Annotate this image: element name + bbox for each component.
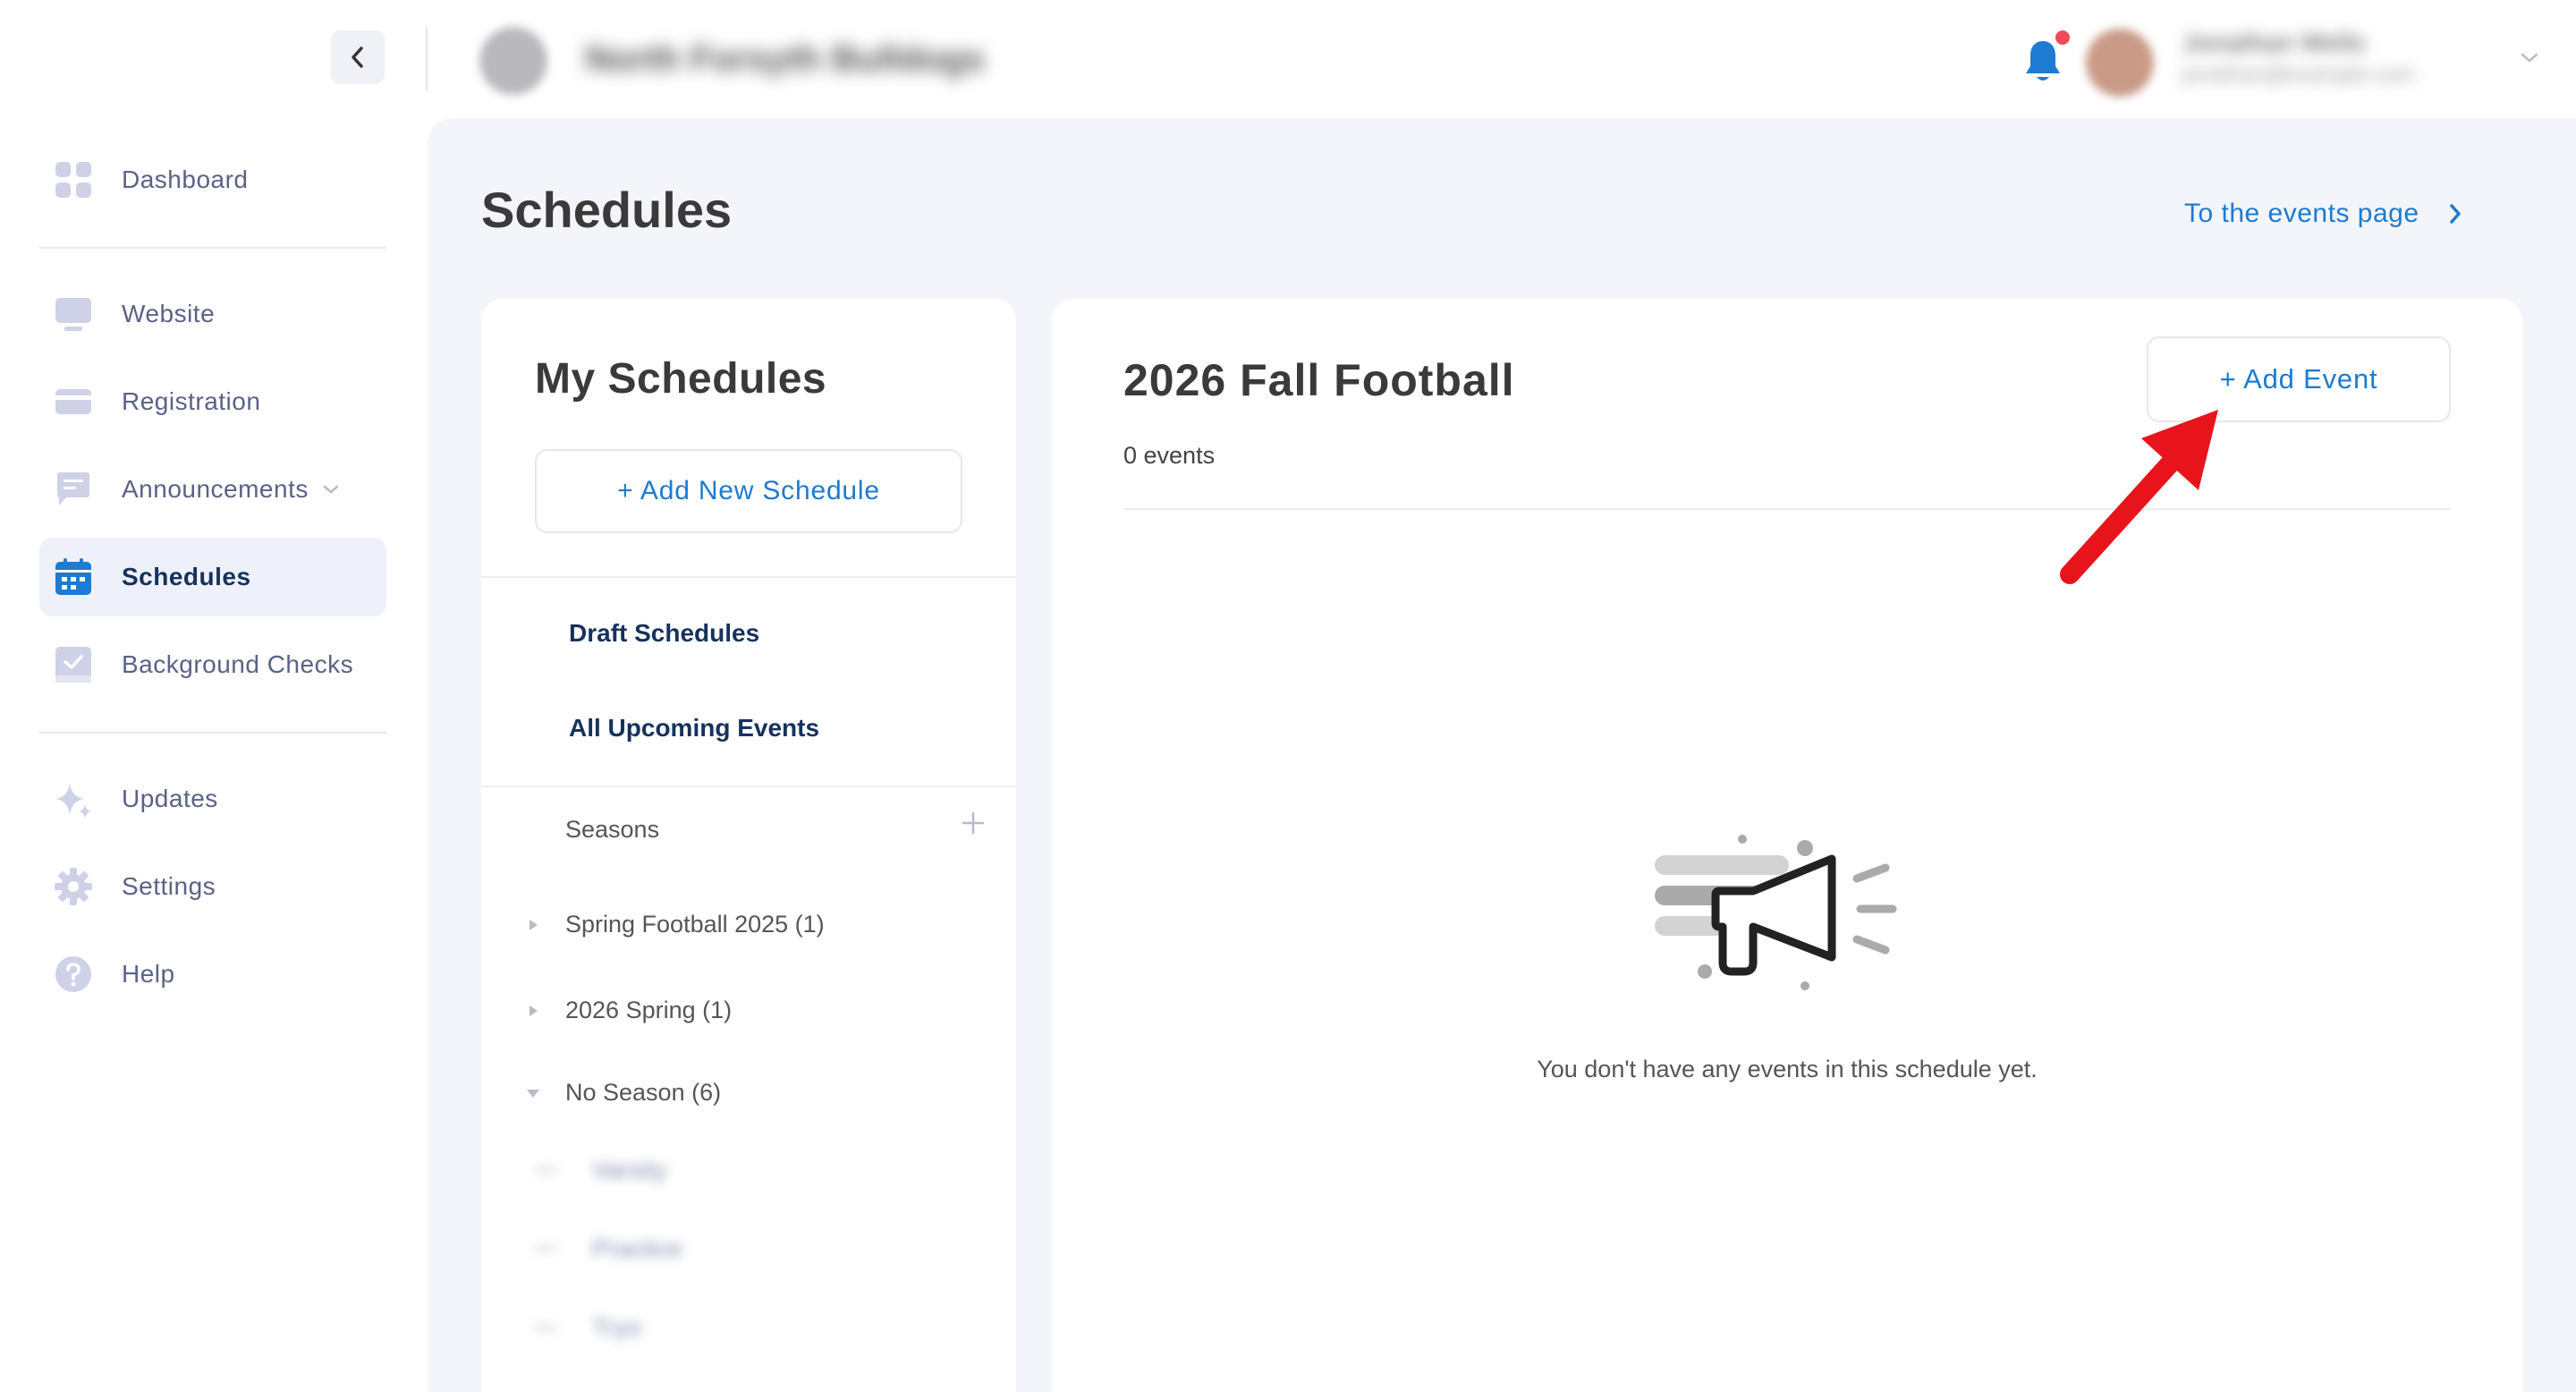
schedule-label: Varsity: [592, 1156, 667, 1184]
chevron-down-icon[interactable]: [2517, 48, 2542, 66]
collapse-sidebar-button[interactable]: [331, 30, 385, 84]
notification-bell-icon[interactable]: [2023, 38, 2063, 84]
sidebar-item-updates[interactable]: Updates: [39, 760, 386, 838]
header-divider: [426, 27, 428, 91]
caret-right-icon: [522, 919, 544, 931]
sidebar-item-help[interactable]: Help: [39, 935, 386, 1014]
season-item[interactable]: Spring Football 2025 (1): [522, 911, 825, 938]
events-page-link[interactable]: To the events page: [2184, 199, 2462, 229]
org-name: North Forsyth Bulldogs: [585, 39, 985, 79]
user-name: Jonathan Wells: [2182, 29, 2366, 56]
schedule-title: 2026 Fall Football: [1123, 355, 1515, 405]
notification-badge: [2055, 30, 2070, 45]
sidebar-item-label: Registration: [122, 387, 261, 415]
dashboard-grid-icon: [50, 157, 97, 203]
schedule-label: Practice: [592, 1235, 683, 1262]
question-icon: [50, 951, 97, 997]
monitor-icon: [50, 291, 97, 337]
chevron-right-icon: [2449, 204, 2461, 224]
sidebar-item-label: Updates: [122, 785, 218, 812]
sidebar-item-label: Schedules: [122, 563, 251, 590]
sidebar-item-label: Help: [122, 960, 175, 988]
calendar-icon: [50, 554, 97, 600]
empty-state-message: You don't have any events in this schedu…: [1537, 1056, 2038, 1082]
sidebar-item-dashboard[interactable]: Dashboard: [39, 140, 386, 219]
sidebar-item-registration[interactable]: Registration: [39, 362, 386, 441]
event-count: 0 events: [1123, 442, 1216, 469]
sparkle-icon: [50, 776, 97, 822]
season-label: 2026 Spring (1): [565, 997, 733, 1023]
annotation-arrow: [2060, 410, 2218, 584]
season-item[interactable]: 2026 Spring (1): [522, 997, 732, 1024]
my-schedules-panel: My Schedules + Add New Schedule Draft Sc…: [481, 299, 1016, 1392]
caret-down-icon: [522, 1088, 544, 1099]
schedule-item[interactable]: Practice: [535, 1235, 682, 1263]
megaphone-icon: [1655, 835, 1897, 990]
page-title: Schedules: [481, 182, 733, 238]
schedule-detail-panel: 2026 Fall Football 0 events + Add Event …: [1052, 299, 2522, 1392]
panel-divider: [1123, 508, 2451, 510]
all-upcoming-events-link[interactable]: All Upcoming Events: [569, 714, 819, 743]
add-season-plus-icon[interactable]: [961, 811, 986, 836]
season-label: Spring Football 2025 (1): [565, 911, 825, 938]
draft-schedules-link[interactable]: Draft Schedules: [569, 619, 759, 648]
add-new-schedule-button[interactable]: + Add New Schedule: [535, 449, 962, 533]
sidebar-item-label: Dashboard: [122, 166, 249, 193]
checkbox-icon: [50, 641, 97, 688]
panel-divider: [481, 785, 1016, 787]
panel-divider: [481, 576, 1016, 578]
sidebar-divider: [39, 247, 386, 249]
sidebar-item-label: Website: [122, 300, 216, 327]
seasons-heading: Seasons: [565, 816, 660, 843]
user-avatar[interactable]: [2086, 29, 2154, 97]
chevron-down-icon: [323, 485, 339, 494]
credit-card-icon: [50, 378, 97, 425]
sidebar-item-announcements[interactable]: Announcements: [39, 450, 386, 529]
schedule-item[interactable]: Varsity: [535, 1156, 667, 1184]
panel-title: My Schedules: [535, 355, 827, 403]
user-email: jonathan@example.com: [2182, 63, 2415, 87]
chat-bubble-icon: [50, 466, 97, 513]
sidebar-item-label: Background Checks: [122, 650, 354, 678]
chevron-left-icon: [352, 47, 363, 68]
sidebar-item-background-checks[interactable]: Background Checks: [39, 625, 386, 704]
season-item[interactable]: No Season (6): [522, 1079, 721, 1107]
gear-icon: [50, 863, 97, 910]
season-label: No Season (6): [565, 1079, 722, 1106]
sidebar-item-schedules[interactable]: Schedules: [39, 538, 386, 616]
org-logo: [479, 27, 547, 95]
sidebar-item-settings[interactable]: Settings: [39, 847, 386, 926]
schedule-item[interactable]: Tryo: [535, 1313, 641, 1342]
sidebar-item-website[interactable]: Website: [39, 275, 386, 353]
caret-right-icon: [522, 1005, 544, 1017]
sidebar-item-label: Settings: [122, 872, 216, 900]
sidebar-divider: [39, 732, 386, 734]
schedule-label: Tryo: [592, 1313, 641, 1341]
sidebar-item-label: Announcements: [122, 475, 309, 503]
events-page-link-label: To the events page: [2184, 199, 2419, 228]
